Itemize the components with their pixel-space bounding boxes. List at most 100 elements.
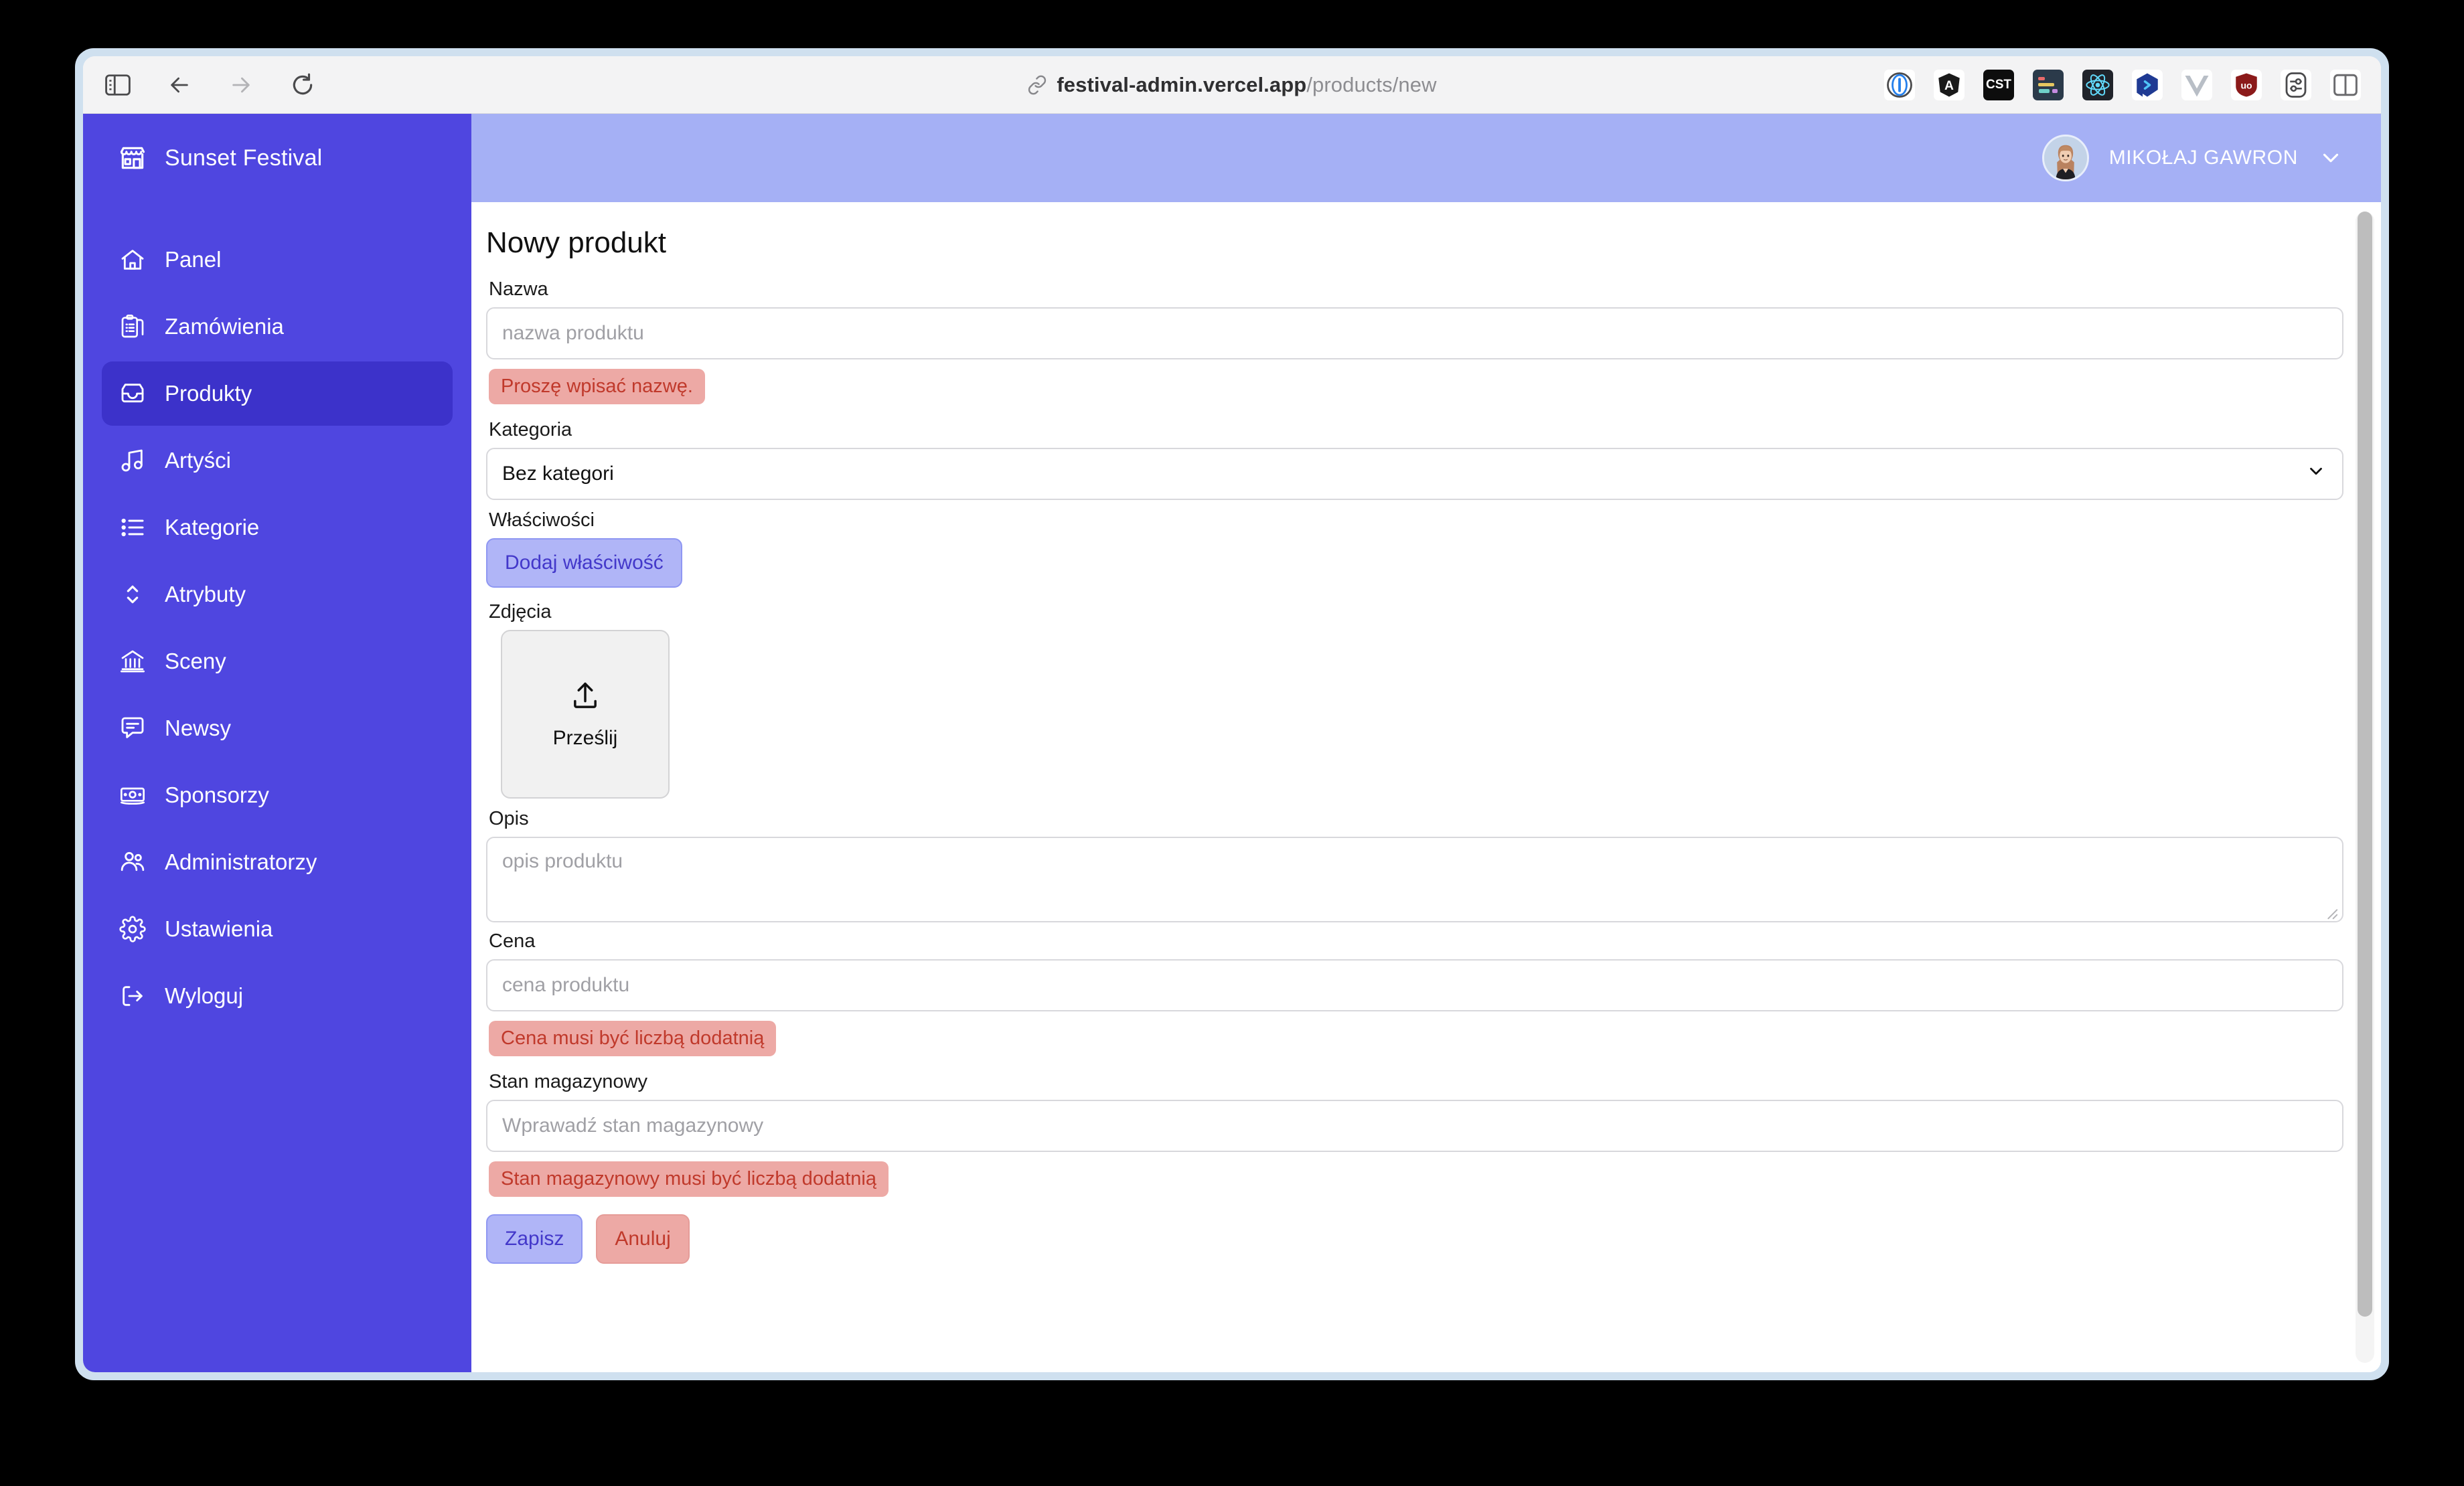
description-textarea[interactable]: opis produktu <box>486 837 2343 922</box>
properties-field-block: Właściwości Dodaj właściwość <box>486 509 2343 588</box>
logout-icon <box>118 981 147 1011</box>
sidebar-item-produkty[interactable]: Produkty <box>102 361 453 426</box>
avatar <box>2042 135 2089 181</box>
upload-label: Prześlij <box>552 726 618 749</box>
cancel-button[interactable]: Anuluj <box>596 1214 690 1264</box>
stock-error: Stan magazynowy musi być liczbą dodatnią <box>489 1161 889 1197</box>
stock-label: Stan magazynowy <box>489 1071 647 1092</box>
clipboard-list-icon <box>118 312 147 341</box>
save-button[interactable]: Zapisz <box>486 1214 583 1264</box>
url-text: festival-admin.vercel.app/products/new <box>1057 73 1436 97</box>
browser-window: festival-admin.vercel.app/products/new A… <box>75 48 2389 1380</box>
chevron-down-icon[interactable] <box>2318 145 2343 171</box>
form-actions: Zapisz Anuluj <box>486 1214 2343 1264</box>
gear-icon <box>118 914 147 944</box>
vue-devtools-icon[interactable] <box>2181 69 2212 100</box>
bank-icon <box>118 647 147 676</box>
page-title: Nowy produkt <box>486 226 667 259</box>
sidebar-item-label: Artyści <box>165 448 231 473</box>
content-scrollbar[interactable] <box>2356 212 2374 1363</box>
blue-chat-extension-icon[interactable] <box>2132 69 2163 100</box>
brand[interactable]: Sunset Festival <box>102 114 453 202</box>
description-placeholder: opis produktu <box>502 850 623 872</box>
extension-icons: A CST uo <box>1884 69 2361 100</box>
photos-field-block: Zdjęcia Prześlij <box>486 601 2343 799</box>
users-icon <box>118 847 147 877</box>
sidebar-item-sceny[interactable]: Sceny <box>102 629 453 693</box>
stock-field-block: Stan magazynowy Wprawadź stan magazynowy… <box>486 1071 2343 1197</box>
sidebar-item-label: Newsy <box>165 716 232 740</box>
extension-settings-icon[interactable] <box>2281 69 2311 100</box>
sidebar-item-label: Produkty <box>165 381 252 406</box>
comment-icon <box>118 714 147 743</box>
resize-grip-icon[interactable] <box>2323 902 2338 920</box>
browser-nav-buttons <box>103 70 317 100</box>
chevron-down-icon <box>2306 461 2326 487</box>
svg-text:A: A <box>1944 79 1954 93</box>
reload-icon[interactable] <box>288 70 317 100</box>
ublock-origin-icon[interactable]: uo <box>2231 69 2262 100</box>
angular-devtools-icon[interactable]: A <box>1934 69 1965 100</box>
sidebar-item-atrybuty[interactable]: Atrybuty <box>102 562 453 627</box>
sidebar-item-kategorie[interactable]: Kategorie <box>102 495 453 560</box>
user-name: MIKOŁAJ GAWRON <box>2108 147 2298 169</box>
back-arrow-icon[interactable] <box>165 70 194 100</box>
sidebar-item-label: Sponsorzy <box>165 782 269 807</box>
add-property-button[interactable]: Dodaj właściwość <box>486 538 682 588</box>
browser-window-inner: festival-admin.vercel.app/products/new A… <box>83 56 2381 1372</box>
banknote-icon <box>118 780 147 810</box>
sidebar-item-label: Wyloguj <box>165 983 244 1008</box>
url-path: /products/new <box>1306 72 1437 96</box>
sidebar-item-label: Sceny <box>165 649 226 673</box>
home-icon <box>118 245 147 274</box>
cst-extension-icon[interactable]: CST <box>1983 69 2014 100</box>
autofill-extension-icon[interactable] <box>2033 69 2064 100</box>
1password-icon[interactable] <box>1884 69 1915 100</box>
chevron-updown-icon <box>118 580 147 609</box>
sidebar-item-wyloguj[interactable]: Wyloguj <box>102 964 453 1028</box>
sidebar-nav: Panel Zamówienia Produkty Artyści Katego… <box>102 228 453 1028</box>
sidebar-item-panel[interactable]: Panel <box>102 228 453 292</box>
price-field-block: Cena cena produktu Cena musi być liczbą … <box>486 930 2343 1056</box>
brand-title: Sunset Festival <box>165 145 323 171</box>
sidebar: Sunset Festival Panel Zamówienia Produkt… <box>83 114 471 1372</box>
sidebar-item-sponsorzy[interactable]: Sponsorzy <box>102 763 453 827</box>
stock-input[interactable]: Wprawadź stan magazynowy <box>486 1100 2343 1152</box>
sidebar-item-label: Panel <box>165 247 222 272</box>
link-icon <box>1027 75 1047 95</box>
name-input[interactable]: nazwa produktu <box>486 307 2343 359</box>
photos-label: Zdjęcia <box>489 601 552 623</box>
description-field-block: Opis opis produktu <box>486 808 2343 922</box>
app-root: Sunset Festival Panel Zamówienia Produkt… <box>83 114 2381 1372</box>
price-label: Cena <box>489 930 536 952</box>
svg-text:uo: uo <box>2240 80 2252 90</box>
upload-icon <box>568 679 603 718</box>
category-field-block: Kategoria Bez kategori <box>486 419 2343 500</box>
react-devtools-icon[interactable] <box>2082 69 2113 100</box>
sidebar-item-administratorzy[interactable]: Administratorzy <box>102 830 453 894</box>
category-select[interactable]: Bez kategori <box>486 448 2343 500</box>
sidebar-item-newsy[interactable]: Newsy <box>102 696 453 760</box>
main-content: Nowy produkt Nazwa nazwa produktu Proszę… <box>471 202 2381 1372</box>
category-label: Kategoria <box>489 419 572 440</box>
sidebar-item-zamowienia[interactable]: Zamówienia <box>102 295 453 359</box>
sidebar-toggle-icon[interactable] <box>103 70 133 100</box>
upload-dropzone[interactable]: Prześlij <box>501 630 670 799</box>
music-note-icon <box>118 446 147 475</box>
content-column: MIKOŁAJ GAWRON Nowy produkt Nazwa nazwa … <box>471 114 2381 1372</box>
category-selected-value: Bez kategori <box>502 463 614 485</box>
forward-arrow-icon <box>226 70 256 100</box>
sidebar-item-label: Kategorie <box>165 515 260 540</box>
description-label: Opis <box>489 808 529 829</box>
price-input[interactable]: cena produktu <box>486 959 2343 1011</box>
panel-layout-icon[interactable] <box>2330 69 2361 100</box>
price-error: Cena musi być liczbą dodatnią <box>489 1021 777 1056</box>
sidebar-item-label: Administratorzy <box>165 849 317 874</box>
url-host: festival-admin.vercel.app <box>1057 72 1307 96</box>
name-error: Proszę wpisać nazwę. <box>489 369 705 404</box>
sidebar-item-artysci[interactable]: Artyści <box>102 428 453 493</box>
sidebar-item-ustawienia[interactable]: Ustawienia <box>102 897 453 961</box>
scrollbar-thumb[interactable] <box>2358 212 2372 1317</box>
sidebar-item-label: Atrybuty <box>165 582 246 606</box>
name-field-block: Nazwa nazwa produktu Proszę wpisać nazwę… <box>486 278 2343 404</box>
